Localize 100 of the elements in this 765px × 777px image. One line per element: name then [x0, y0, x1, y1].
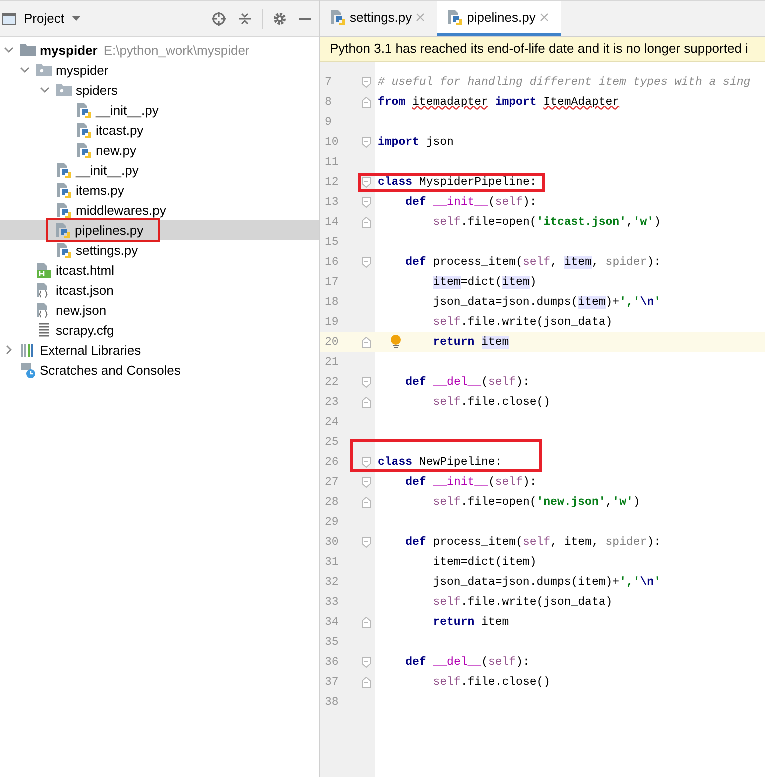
line-number: 13: [324, 196, 340, 208]
line-number: 26: [324, 456, 340, 468]
editor-tab[interactable]: pipelines.py: [437, 1, 561, 36]
tree-item[interactable]: myspider: [56, 62, 109, 78]
editor-tab[interactable]: settings.py: [320, 1, 438, 36]
fold-marker-icon[interactable]: [362, 336, 370, 348]
line-number: 22: [324, 376, 340, 388]
code-line: self.file.write(json_data): [432, 596, 613, 608]
folder-icon: [56, 82, 72, 98]
fold-marker-icon[interactable]: [362, 676, 370, 688]
line-number: 34: [324, 616, 340, 628]
fold-marker-icon[interactable]: [362, 196, 370, 208]
code-line: def process_item(self, item, spider):: [404, 256, 662, 268]
line-number: 30: [324, 536, 340, 548]
code-line: def __init__(self):: [404, 476, 537, 488]
code-line: # useful for handling different item types with a sing: [377, 76, 751, 88]
line-number: 17: [324, 276, 340, 288]
tree-item[interactable]: __init__.py: [76, 162, 139, 178]
code-line: item=dict(item): [432, 556, 537, 568]
fold-marker-icon[interactable]: [362, 216, 370, 228]
python-file-icon: [56, 202, 72, 218]
settings-icon[interactable]: [273, 12, 287, 26]
fold-marker-icon[interactable]: [362, 396, 370, 408]
line-number: 29: [324, 516, 340, 528]
lightbulb-icon[interactable]: [390, 335, 402, 349]
tree-item[interactable]: settings.py: [76, 242, 138, 258]
project-path: E:\python_work\myspider: [104, 42, 250, 58]
tree-item[interactable]: itcast.py: [96, 122, 144, 138]
line-number: 32: [324, 576, 340, 588]
code-line: json_data=json.dumps(item)+','\n': [432, 576, 661, 588]
line-number: 36: [324, 656, 340, 668]
tree-item[interactable]: Scratches and Consoles: [40, 362, 181, 378]
fold-marker-icon[interactable]: [362, 76, 370, 88]
tree-item[interactable]: pipelines.py: [75, 222, 144, 238]
line-number: 11: [324, 156, 340, 168]
line-number: 21: [324, 356, 340, 368]
line-number: 33: [324, 596, 340, 608]
line-number: 18: [324, 296, 340, 308]
fold-marker-icon[interactable]: [362, 496, 370, 508]
line-number: 16: [324, 256, 340, 268]
folder-icon: [20, 42, 36, 58]
chevron-down-icon[interactable]: [20, 65, 30, 75]
line-number: 15: [324, 236, 340, 248]
window-icon: [2, 12, 16, 24]
code-line: def process_item(self, item, spider):: [404, 536, 662, 548]
close-icon[interactable]: [540, 12, 549, 22]
line-number: 37: [324, 676, 340, 688]
fold-marker-icon[interactable]: [362, 376, 370, 388]
tree-item[interactable]: items.py: [76, 182, 124, 198]
tree-item[interactable]: itcast.json: [56, 282, 114, 298]
code-line: def __del__(self):: [404, 656, 530, 668]
chevron-down-icon[interactable]: [40, 85, 50, 95]
line-number: 10: [324, 136, 340, 148]
collapse-icon[interactable]: [238, 12, 252, 26]
panel-title[interactable]: Project: [24, 11, 64, 26]
line-number: 27: [324, 476, 340, 488]
line-number: 14: [324, 216, 340, 228]
fold-marker-icon[interactable]: [362, 456, 370, 468]
code-line: self.file.write(json_data): [432, 316, 613, 328]
fold-marker-icon[interactable]: [362, 96, 370, 108]
fold-marker-icon[interactable]: [362, 616, 370, 628]
python-file-icon: [330, 9, 346, 25]
code-line: class MyspiderPipeline:: [377, 176, 537, 188]
line-number: 9: [324, 116, 333, 128]
fold-marker-icon[interactable]: [362, 536, 370, 548]
tree-item[interactable]: middlewares.py: [76, 202, 166, 218]
line-number: 28: [324, 496, 340, 508]
chevron-right-icon[interactable]: [4, 345, 14, 355]
code-line: self.file=open('new.json','w'): [432, 496, 640, 508]
fold-marker-icon[interactable]: [362, 176, 370, 188]
python-file-icon: [56, 182, 72, 198]
fold-marker-icon[interactable]: [362, 656, 370, 668]
tree-item[interactable]: __init__.py: [96, 102, 159, 118]
chevron-down-icon[interactable]: [4, 45, 14, 55]
html-file-icon: [36, 262, 52, 278]
python-file-icon: [76, 142, 92, 158]
fold-marker-icon[interactable]: [362, 256, 370, 268]
code-line: import json: [377, 136, 454, 148]
close-icon[interactable]: [416, 12, 426, 22]
fold-marker-icon[interactable]: [362, 136, 370, 148]
line-number: 23: [324, 396, 340, 408]
tree-item[interactable]: External Libraries: [40, 342, 142, 358]
tree-item[interactable]: itcast.html: [56, 262, 115, 278]
code-line: from itemadapter import ItemAdapter: [377, 96, 620, 108]
line-number: 19: [324, 316, 340, 328]
crosshair-icon[interactable]: [212, 12, 226, 26]
tree-item[interactable]: scrapy.cfg: [56, 322, 114, 338]
code-line: return item: [432, 616, 510, 628]
caret-icon[interactable]: [72, 16, 82, 21]
tree-item[interactable]: new.py: [96, 142, 136, 158]
fold-marker-icon[interactable]: [362, 476, 370, 488]
warning-banner: Python 3.1 has reached its end-of-life date and it is no longer supported i: [320, 37, 765, 62]
tree-item[interactable]: myspider: [40, 42, 98, 58]
library-icon: [20, 342, 36, 358]
tree-item[interactable]: spiders: [76, 82, 118, 98]
line-number: 38: [324, 696, 340, 708]
tree-item[interactable]: new.json: [56, 302, 107, 318]
line-number: 24: [324, 416, 340, 428]
code-line: self.file.close(): [432, 396, 551, 408]
code-line: self.file=open('itcast.json','w'): [432, 216, 661, 228]
